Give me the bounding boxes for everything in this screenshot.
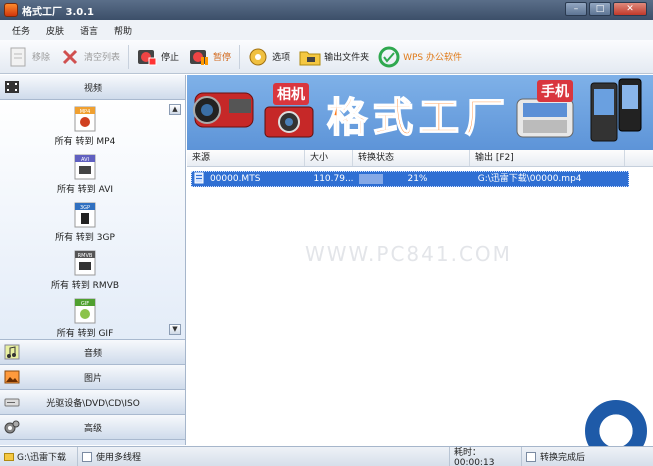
- menu-skin[interactable]: 皮肤: [38, 24, 72, 37]
- digital-camera-icon: [264, 106, 314, 138]
- banner: 相机 手机 格式工厂: [187, 75, 653, 150]
- category-audio[interactable]: 音频: [0, 340, 185, 365]
- film-icon: [4, 79, 20, 95]
- folder-small-icon: [4, 452, 14, 461]
- format-avi[interactable]: AVI 所有 转到 AVI: [0, 154, 170, 195]
- multithread-option[interactable]: 使用多线程: [78, 446, 450, 466]
- disc-drive-icon: [4, 394, 20, 410]
- 3gp-file-icon: 3GP: [74, 202, 96, 228]
- toolbar: 移除 清空列表 停止 暂停 选项 输出文件夹 WPS 办公软件: [0, 40, 653, 74]
- avi-file-icon: AVI: [74, 154, 96, 180]
- svg-text:RMVB: RMVB: [78, 253, 93, 259]
- category-image[interactable]: 图片: [0, 365, 185, 390]
- toolbar-separator: [128, 44, 130, 69]
- remove-button[interactable]: 移除: [6, 45, 50, 69]
- title-bar: 格式工厂 3.0.1 – □ ✕: [0, 0, 653, 20]
- rmvb-file-icon: RMVB: [74, 250, 96, 276]
- format-3gp[interactable]: 3GP 所有 转到 3GP: [0, 202, 170, 243]
- format-rmvb[interactable]: RMVB 所有 转到 RMVB: [0, 250, 170, 291]
- app-icon: [4, 3, 18, 17]
- category-advanced[interactable]: 高级: [0, 415, 185, 440]
- column-size[interactable]: 大小: [305, 150, 353, 166]
- banner-title: 格式工厂: [326, 94, 511, 142]
- clear-list-button[interactable]: 清空列表: [58, 45, 120, 69]
- progress-text: 21%: [407, 174, 428, 184]
- gears-icon: [4, 419, 20, 435]
- scroll-down-button[interactable]: ▼: [169, 324, 181, 335]
- camera-tag: 相机: [273, 83, 309, 105]
- column-status[interactable]: 转换状态: [353, 150, 470, 166]
- gif-file-icon: GIF: [74, 298, 96, 324]
- video-format-list: ▲ MP4 所有 转到 MP4 AVI 所有 转到 AVI 3GP 所有 转到 …: [0, 100, 185, 340]
- source-cell: 00000.MTS: [209, 174, 261, 184]
- multithread-checkbox[interactable]: [82, 451, 92, 462]
- after-done-checkbox[interactable]: [526, 451, 536, 462]
- scroll-up-button[interactable]: ▲: [169, 104, 181, 115]
- phone-tag: 手机: [537, 80, 573, 102]
- after-done-option[interactable]: 转换完成后: [522, 447, 589, 466]
- menu-help[interactable]: 帮助: [106, 24, 140, 37]
- video-file-icon: [192, 172, 206, 186]
- progress-cell: 21%: [357, 172, 473, 186]
- status-bar: G:\迅雷下载 使用多线程 耗时：00:00:13 转换完成后: [0, 446, 653, 466]
- file-list: 来源 大小 转换状态 输出 [F2] 00000.MTS 110.79... 2…: [187, 150, 653, 445]
- wps-button[interactable]: WPS 办公软件: [377, 45, 462, 69]
- category-video[interactable]: 视频: [0, 75, 185, 100]
- music-note-icon: [4, 344, 20, 360]
- format-mp4[interactable]: MP4 所有 转到 MP4: [0, 106, 170, 147]
- camcorder-icon: [193, 92, 254, 128]
- menu-bar: 任务 皮肤 语言 帮助: [0, 20, 653, 40]
- column-source[interactable]: 来源: [187, 150, 305, 166]
- size-cell: 110.79...: [313, 174, 354, 184]
- elapsed-time: 耗时：00:00:13: [450, 446, 522, 466]
- svg-text:AVI: AVI: [81, 157, 89, 163]
- minimize-button[interactable]: –: [565, 2, 587, 16]
- window-controls: – □ ✕: [565, 2, 647, 16]
- close-button[interactable]: ✕: [613, 2, 647, 16]
- output-folder-button[interactable]: 输出文件夹: [298, 45, 369, 69]
- menu-language[interactable]: 语言: [72, 24, 106, 37]
- window-title: 格式工厂 3.0.1: [22, 6, 94, 18]
- smartphone-icon: [516, 78, 642, 142]
- pause-button[interactable]: 暂停: [187, 45, 231, 69]
- toolbar-separator: [239, 44, 241, 69]
- options-button[interactable]: 选项: [246, 45, 290, 69]
- pause-icon: [187, 45, 211, 69]
- menu-task[interactable]: 任务: [4, 24, 38, 37]
- wps-logo-icon: [377, 45, 401, 69]
- document-remove-icon: [6, 45, 30, 69]
- svg-text:GIF: GIF: [81, 301, 89, 307]
- folder-icon: [298, 45, 322, 69]
- watermark: WWW.PC841.COM: [305, 242, 512, 266]
- svg-text:MP4: MP4: [80, 109, 91, 115]
- file-list-header: 来源 大小 转换状态 输出 [F2]: [187, 150, 653, 167]
- table-row[interactable]: 00000.MTS 110.79... 21% G:\迅雷下载\00000.mp…: [191, 171, 629, 187]
- stop-button[interactable]: 停止: [135, 45, 179, 69]
- output-folder-status[interactable]: G:\迅雷下载: [0, 446, 78, 466]
- category-panel: 视频 ▲ MP4 所有 转到 MP4 AVI 所有 转到 AVI 3GP 所有 …: [0, 75, 186, 445]
- format-gif[interactable]: GIF 所有 转到 GIF: [0, 298, 170, 339]
- maximize-button[interactable]: □: [589, 2, 611, 16]
- clear-x-icon: [58, 45, 82, 69]
- picture-icon: [4, 369, 20, 385]
- category-disc[interactable]: 光驱设备\DVD\CD\ISO: [0, 390, 185, 415]
- stop-icon: [135, 45, 159, 69]
- gear-icon: [246, 45, 270, 69]
- column-output[interactable]: 输出 [F2]: [470, 150, 625, 166]
- mp4-file-icon: MP4: [74, 106, 96, 132]
- svg-text:3GP: 3GP: [80, 205, 90, 211]
- output-cell: G:\迅雷下载\00000.mp4: [477, 174, 582, 184]
